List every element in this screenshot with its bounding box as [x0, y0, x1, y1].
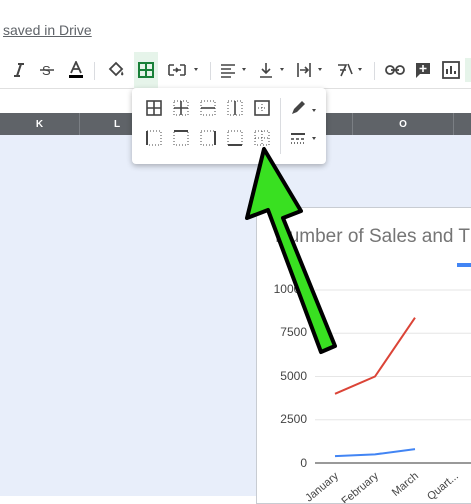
text-rotation-icon[interactable]: [334, 52, 368, 88]
toolbar-separator: [374, 62, 375, 80]
insert-comment-icon[interactable]: [411, 52, 435, 88]
top-border-icon[interactable]: [173, 130, 189, 146]
all-borders-icon[interactable]: [146, 100, 162, 116]
vertical-borders-icon[interactable]: [227, 100, 243, 116]
insert-chart-icon[interactable]: [439, 52, 463, 88]
menu-divider: [280, 98, 281, 154]
text-color-icon[interactable]: [64, 52, 88, 88]
saved-status[interactable]: saved in Drive: [3, 22, 92, 38]
inner-borders-icon[interactable]: [173, 100, 189, 116]
toolbar-separator: [94, 62, 95, 80]
borders-icon[interactable]: [134, 52, 158, 88]
column-header-o[interactable]: O: [353, 113, 454, 135]
italic-icon[interactable]: [8, 52, 30, 88]
x-tick-label: February: [339, 470, 381, 503]
clear-borders-icon[interactable]: [254, 130, 270, 146]
series-line-1: [334, 448, 416, 458]
text-wrapping-icon[interactable]: [294, 52, 328, 88]
x-tick-label: March: [390, 470, 421, 499]
merge-cells-icon[interactable]: [164, 52, 204, 88]
vertical-align-icon[interactable]: [256, 52, 290, 88]
horizontal-align-icon[interactable]: [218, 52, 252, 88]
fill-color-icon[interactable]: [104, 52, 128, 88]
insert-link-icon[interactable]: [383, 52, 407, 88]
toolbar-overflow: [465, 58, 471, 82]
outer-borders-icon[interactable]: [254, 100, 270, 116]
horizontal-borders-icon[interactable]: [200, 100, 216, 116]
chart[interactable]: Number of Sales and T 10000 7500 5000 25…: [256, 207, 471, 504]
left-border-icon[interactable]: [146, 130, 162, 146]
toolbar-separator: [210, 62, 211, 80]
column-header-k[interactable]: K: [0, 113, 80, 135]
column-header-next[interactable]: [454, 113, 471, 135]
chart-plot-area: JanuaryFebruary March Quart...: [303, 289, 471, 503]
right-border-icon[interactable]: [200, 130, 216, 146]
border-color-icon[interactable]: [290, 100, 320, 116]
x-tick-label: Quart...: [425, 470, 461, 503]
border-style-icon[interactable]: [290, 130, 320, 146]
strikethrough-icon[interactable]: S: [36, 52, 58, 88]
x-tick-label: January: [303, 470, 341, 503]
borders-menu: [132, 88, 326, 164]
toolbar: S: [0, 52, 471, 88]
bottom-border-icon[interactable]: [227, 130, 243, 146]
series-line-0: [334, 317, 416, 395]
